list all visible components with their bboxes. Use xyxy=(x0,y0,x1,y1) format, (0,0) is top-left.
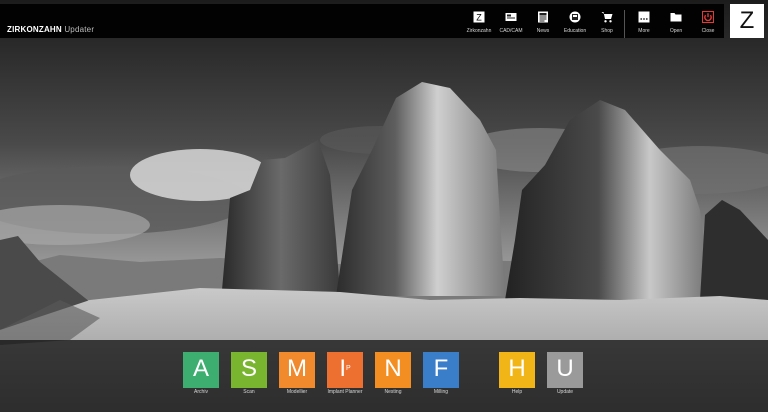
svg-text:Z: Z xyxy=(476,13,482,23)
tile-letter: H xyxy=(508,355,526,382)
tile-letter: F xyxy=(433,355,449,382)
education-icon xyxy=(569,11,581,23)
tile-implant-planner[interactable]: IP Implant Planner xyxy=(327,352,363,395)
tile-letter: U xyxy=(556,355,574,382)
tile-letter-sub: P xyxy=(346,365,351,372)
nav-item-shop[interactable]: Shop xyxy=(591,4,623,38)
tile-label: Milling xyxy=(433,389,449,395)
tile-letter: N xyxy=(384,355,402,382)
newspaper-icon xyxy=(538,11,548,23)
card-icon xyxy=(505,13,517,21)
tile-letter-main: I xyxy=(339,355,346,382)
tile-letter: IP xyxy=(327,352,363,386)
tile-label: Update xyxy=(556,389,574,395)
z-box-icon: Z xyxy=(473,11,485,23)
folder-icon xyxy=(670,13,682,22)
action-nav: More Open Close xyxy=(628,4,724,38)
zirkonzahn-logo: Z xyxy=(730,4,764,38)
main-nav: Z Zirkonzahn CAD/CAM News Education Shop xyxy=(463,4,623,38)
top-toolbar: ZIRKONZAHN Updater Z Zirkonzahn CAD/CAM xyxy=(0,4,724,38)
tile-scan[interactable]: S Scan xyxy=(231,352,267,395)
tile-update[interactable]: U Update xyxy=(547,352,583,395)
more-icon xyxy=(638,11,650,23)
power-icon xyxy=(702,11,714,23)
cart-icon xyxy=(601,12,613,23)
brand-name: ZIRKONZAHN xyxy=(7,25,62,34)
tile-archiv[interactable]: A Archiv xyxy=(183,352,219,395)
tile-modellier[interactable]: M Modellier xyxy=(279,352,315,395)
tile-letter: S xyxy=(240,355,257,382)
tile-milling[interactable]: F Milling xyxy=(423,352,459,395)
close-label: Close xyxy=(701,28,715,34)
app-brand: ZIRKONZAHN Updater xyxy=(7,25,94,34)
tile-nesting[interactable]: N Nesting xyxy=(375,352,411,395)
tile-help[interactable]: H Help xyxy=(499,352,535,395)
app-tiles: A Archiv S Scan M Modellier IP Implant P… xyxy=(183,352,603,402)
product-name: Updater xyxy=(64,25,95,34)
tile-letter: A xyxy=(192,355,209,382)
tile-letter: M xyxy=(287,355,307,382)
close-button[interactable]: Close xyxy=(692,4,724,38)
